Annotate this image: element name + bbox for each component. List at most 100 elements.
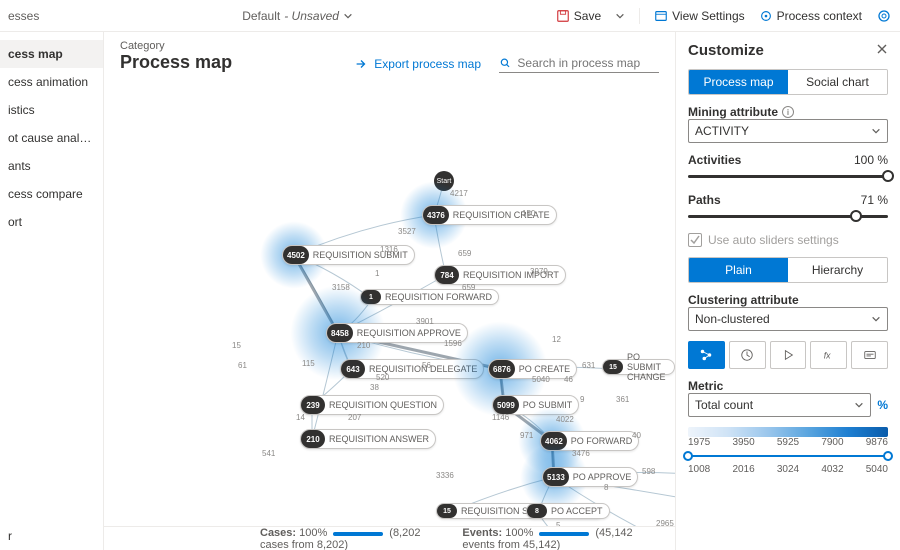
- paths-pct: 71 %: [861, 193, 888, 207]
- settings-gear-icon[interactable]: [876, 8, 892, 24]
- node-n1[interactable]: 4376REQUISITION CREATE: [422, 205, 557, 225]
- edge-label: 15: [232, 341, 241, 350]
- node-badge: 5133: [543, 468, 569, 486]
- tab-plain[interactable]: Plain: [689, 258, 788, 282]
- nav-process-animation[interactable]: cess animation: [0, 68, 103, 96]
- node-n13[interactable]: 15PO SUBMIT CHANGE: [602, 359, 675, 375]
- metric-play-button[interactable]: [770, 341, 807, 369]
- scale-ticks-top: 19753950592579009876: [688, 437, 888, 448]
- search-wrap[interactable]: [499, 54, 659, 73]
- node-badge: 4376: [423, 206, 449, 224]
- view-settings-button[interactable]: View Settings: [654, 9, 745, 23]
- node-n17[interactable]: 8PO ACCEPT: [526, 503, 610, 519]
- edge-label: 4022: [556, 415, 574, 424]
- svg-text:fx: fx: [824, 351, 831, 361]
- status-bar: Cases: 100%(8,202 cases from 8,202) Even…: [104, 526, 675, 550]
- events-bar: [539, 532, 589, 536]
- metric-clock-button[interactable]: [729, 341, 766, 369]
- activities-label: Activities: [688, 153, 741, 167]
- tab-process-map[interactable]: Process map: [689, 70, 788, 94]
- node-n8[interactable]: 210REQUISITION ANSWER: [300, 429, 436, 449]
- process-context-button[interactable]: Process context: [759, 9, 862, 23]
- main-area: Category Process map Export process map …: [104, 32, 676, 550]
- close-icon: [876, 43, 888, 55]
- edge-label: 207: [348, 413, 361, 422]
- auto-sliders-checkbox[interactable]: Use auto sliders settings: [688, 233, 888, 247]
- node-label: REQUISITION QUESTION: [329, 400, 437, 410]
- edge-label: 115: [302, 359, 315, 368]
- node-start[interactable]: Start: [434, 171, 454, 191]
- mining-attribute-select[interactable]: ACTIVITY: [688, 119, 888, 143]
- node-badge: 4062: [541, 432, 567, 450]
- cases-bar: [333, 532, 383, 536]
- node-n7[interactable]: 239REQUISITION QUESTION: [300, 395, 444, 415]
- paths-slider[interactable]: [688, 209, 888, 223]
- node-badge: 15: [603, 360, 623, 374]
- clustering-attribute-value: Non-clustered: [695, 312, 770, 326]
- fx-icon: fx: [822, 348, 836, 362]
- mining-attribute-label: Mining attribute i: [688, 105, 888, 119]
- process-map-canvas[interactable]: StartEnd4376REQUISITION CREATE4502REQUIS…: [104, 79, 675, 526]
- info-icon[interactable]: i: [782, 106, 794, 118]
- node-badge: 784: [435, 266, 459, 284]
- metric-fx-button[interactable]: fx: [810, 341, 847, 369]
- node-badge: 6876: [489, 360, 515, 378]
- metric-unit-toggle[interactable]: %: [877, 398, 888, 412]
- edge-label: 3158: [332, 283, 350, 292]
- edge-label: 150: [522, 209, 535, 218]
- activities-pct: 100 %: [854, 153, 888, 167]
- nav-statistics[interactable]: istics: [0, 96, 103, 124]
- activities-slider[interactable]: [688, 169, 888, 183]
- node-n11[interactable]: 4062 PO FORWARD: [540, 431, 639, 451]
- node-n12[interactable]: 5133PO APPROVE: [542, 467, 638, 487]
- range-slider[interactable]: [688, 448, 888, 464]
- main-header: Category Process map Export process map: [104, 32, 675, 79]
- metric-select[interactable]: Total count: [688, 393, 871, 417]
- play-icon: [781, 348, 795, 362]
- node-badge: 210: [301, 430, 325, 448]
- paths-label: Paths: [688, 193, 721, 207]
- metric-card-button[interactable]: [851, 341, 888, 369]
- metric-graph-button[interactable]: [688, 341, 725, 369]
- category-label: Category: [120, 40, 232, 52]
- export-label: Export process map: [374, 57, 481, 71]
- tab-hierarchy[interactable]: Hierarchy: [788, 258, 887, 282]
- edge-label: 520: [376, 373, 389, 382]
- edge-label: 3476: [572, 449, 590, 458]
- edge-label: 1596: [444, 339, 462, 348]
- close-panel-button[interactable]: [876, 43, 888, 58]
- node-n4[interactable]: 1REQUISITION FORWARD: [360, 289, 499, 305]
- tab-social-chart[interactable]: Social chart: [788, 70, 887, 94]
- node-label: PO FORWARD: [571, 436, 633, 446]
- node-n6[interactable]: 643REQUISITION DELEGATE: [340, 359, 484, 379]
- nav-footer-item[interactable]: r: [0, 522, 103, 550]
- clustering-attribute-select[interactable]: Non-clustered: [688, 307, 888, 331]
- plain-hierarchy-segment: Plain Hierarchy: [688, 257, 888, 283]
- node-label: PO CREATE: [519, 364, 570, 374]
- save-button[interactable]: Save: [556, 9, 601, 23]
- chevron-down-icon[interactable]: [343, 11, 353, 21]
- edge-label: 659: [458, 249, 471, 258]
- export-icon: [354, 57, 368, 71]
- edge-label: 5040: [532, 375, 550, 384]
- nav-root-cause[interactable]: ot cause analysis: [0, 124, 103, 152]
- export-button[interactable]: Export process map: [354, 57, 481, 71]
- view-settings-icon: [654, 9, 668, 23]
- search-input[interactable]: [517, 56, 659, 70]
- node-label: REQUISITION APPROVE: [357, 328, 461, 338]
- divider: [639, 8, 640, 24]
- nav-variants[interactable]: ants: [0, 152, 103, 180]
- save-dropdown-icon[interactable]: [615, 11, 625, 21]
- page-title: Process map: [120, 52, 232, 73]
- search-icon: [499, 56, 511, 70]
- card-icon: [863, 348, 877, 362]
- nav-process-compare[interactable]: cess compare: [0, 180, 103, 208]
- nav-process-map[interactable]: cess map: [0, 40, 103, 68]
- breadcrumb[interactable]: esses: [8, 9, 39, 23]
- edge-label: 659: [462, 283, 475, 292]
- edge-label: 38: [370, 383, 379, 392]
- nav-export[interactable]: ort: [0, 208, 103, 236]
- clock-icon: [740, 348, 754, 362]
- node-n10[interactable]: 5099PO SUBMIT: [492, 395, 579, 415]
- save-label: Save: [574, 9, 601, 23]
